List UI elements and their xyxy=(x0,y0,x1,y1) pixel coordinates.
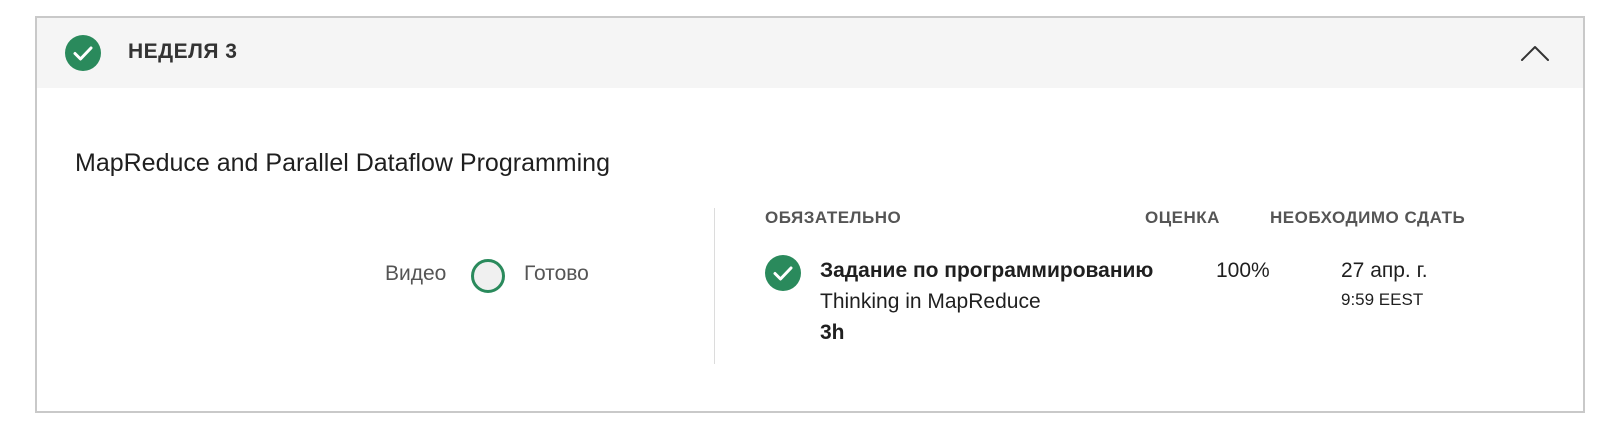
due-time: 9:59 EEST xyxy=(1341,290,1424,309)
week-card: НЕДЕЛЯ 3 MapReduce and Parallel Dataflow… xyxy=(35,16,1585,413)
chevron-up-icon[interactable] xyxy=(1517,38,1553,68)
week-title: НЕДЕЛЯ 3 xyxy=(128,40,238,63)
check-circle-icon xyxy=(65,35,101,71)
empty-ring-icon xyxy=(471,259,505,293)
header-due: НЕОБХОДИМО СДАТЬ xyxy=(1270,208,1466,227)
assignment-name[interactable]: Thinking in MapReduce xyxy=(820,290,1041,314)
week-header[interactable]: НЕДЕЛЯ 3 xyxy=(37,18,1583,88)
video-label: Видео xyxy=(385,262,447,285)
column-divider xyxy=(714,208,715,364)
due-date: 27 апр. г. xyxy=(1341,259,1428,282)
assignment-duration: 3h xyxy=(820,321,845,344)
check-circle-icon xyxy=(765,255,801,291)
grade-value: 100% xyxy=(1216,259,1270,282)
module-title: MapReduce and Parallel Dataflow Programm… xyxy=(75,149,610,177)
assignment-type-link[interactable]: Задание по программированию xyxy=(820,259,1153,283)
done-label: Готово xyxy=(524,262,589,285)
header-required: ОБЯЗАТЕЛЬНО xyxy=(765,208,902,227)
header-grade: ОЦЕНКА xyxy=(1145,208,1220,227)
